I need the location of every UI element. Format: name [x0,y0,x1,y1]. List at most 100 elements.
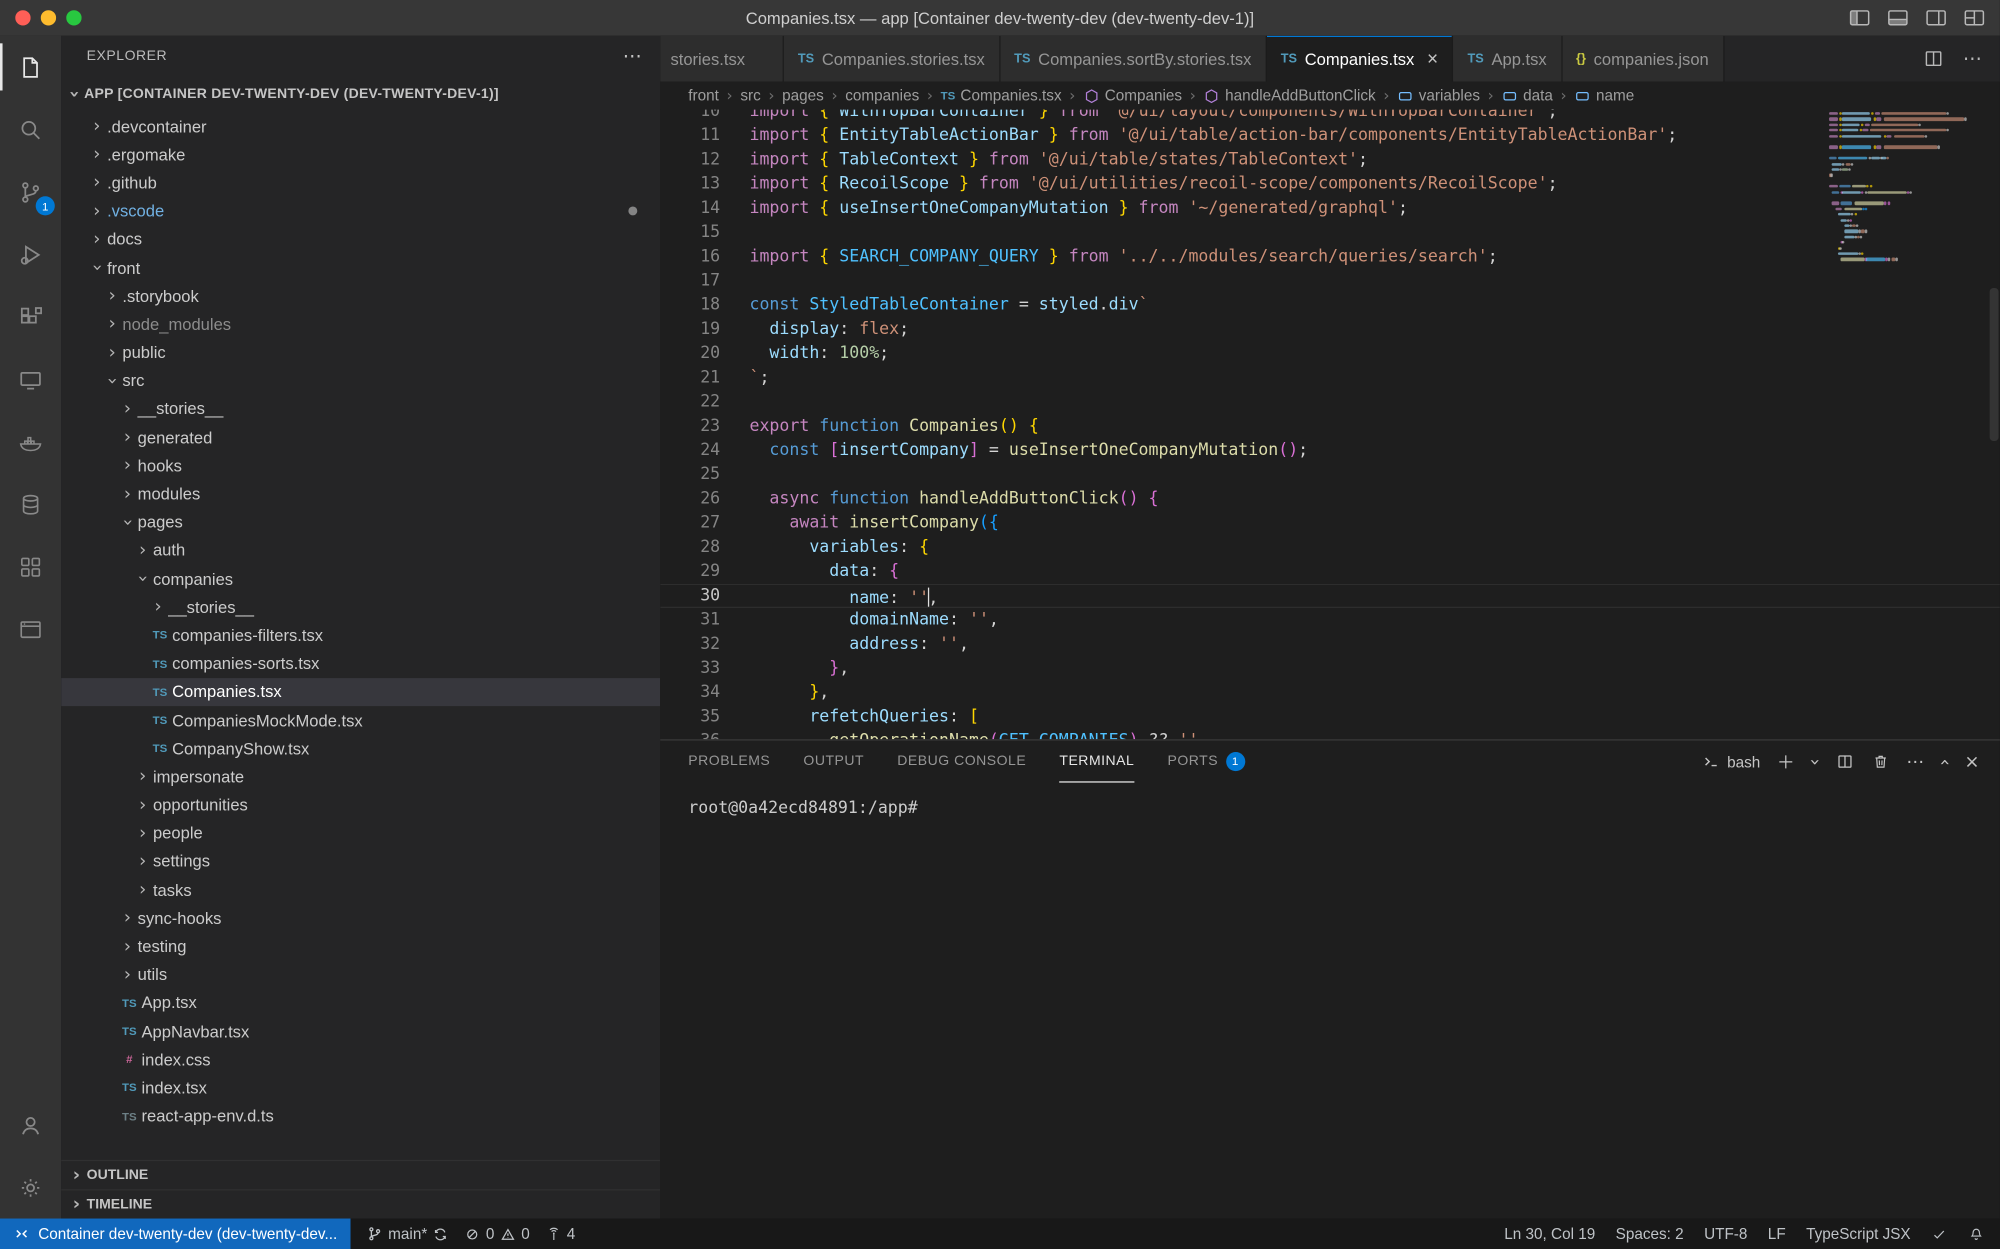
tab-stories.tsx[interactable]: stories.tsx [660,36,784,82]
tree-folder-front[interactable]: ›front [61,254,660,282]
layout-sidebar-left-icon[interactable] [1847,5,1872,30]
encoding-setting[interactable]: UTF-8 [1704,1225,1747,1243]
settings-button[interactable] [0,1156,61,1218]
tab-App.tsx[interactable]: TSApp.tsx [1454,36,1563,82]
maximize-panel-icon[interactable]: › [1934,758,1954,765]
breadcrumb-item[interactable]: data [1501,87,1552,105]
layout-sidebar-right-icon[interactable] [1923,5,1948,30]
indentation-setting[interactable]: Spaces: 2 [1616,1225,1684,1243]
tree-folder-.ergomake[interactable]: ›.ergomake [61,140,660,168]
new-terminal-icon[interactable]: ＋ [1777,749,1795,774]
activity-docker[interactable] [0,410,61,472]
editor-scrollbar[interactable] [1990,288,1999,441]
check-icon[interactable] [1931,1226,1948,1243]
tree-folder-generated[interactable]: ›generated [61,423,660,451]
tree-folder-node_modules[interactable]: ›node_modules [61,310,660,338]
tree-folder-companies[interactable]: ›companies [61,565,660,593]
notifications-bell-icon[interactable] [1968,1226,1985,1243]
tree-file-index.css[interactable]: #index.css [61,1045,660,1073]
tree-folder-public[interactable]: ›public [61,338,660,366]
problems-indicator[interactable]: 0 0 [464,1225,529,1243]
timeline-section-header[interactable]: › TIMELINE [61,1189,660,1218]
close-window-button[interactable] [15,10,30,25]
tree-file-companies-filters.tsx[interactable]: TScompanies-filters.tsx [61,621,660,649]
tree-folder-opportunities[interactable]: ›opportunities [61,791,660,819]
outline-section-header[interactable]: › OUTLINE [61,1160,660,1189]
activity-extensions[interactable] [0,286,61,348]
activity-browser-preview[interactable] [0,598,61,660]
code-editor[interactable]: 10import { WithTopBarContainer } from '@… [660,110,2000,740]
tree-folder-settings[interactable]: ›settings [61,847,660,875]
close-tab-icon[interactable]: × [1427,48,1438,70]
chevron-down-icon[interactable]: › [1805,758,1825,765]
tree-folder-__stories__[interactable]: ›__stories__ [61,395,660,423]
workspace-section-header[interactable]: › APP [CONTAINER DEV-TWENTY-DEV (DEV-TWE… [61,76,660,112]
breadcrumb-item[interactable]: front [688,87,719,105]
tree-folder-docs[interactable]: ›docs [61,225,660,253]
split-terminal-icon[interactable] [1835,752,1854,771]
activity-explorer[interactable] [0,36,61,98]
tree-folder-testing[interactable]: ›testing [61,932,660,960]
breadcrumb-item[interactable]: TSCompanies.tsx [941,87,1062,105]
tree-file-companies-sorts.tsx[interactable]: TScompanies-sorts.tsx [61,649,660,677]
panel-tab-output[interactable]: OUTPUT [803,741,864,783]
close-panel-icon[interactable]: × [1964,751,1979,771]
tree-folder-sync-hooks[interactable]: ›sync-hooks [61,904,660,932]
tree-folder-modules[interactable]: ›modules [61,480,660,508]
tree-folder-.github[interactable]: ›.github [61,169,660,197]
activity-grid[interactable] [0,535,61,597]
tree-folder-impersonate[interactable]: ›impersonate [61,763,660,791]
panel-tab-ports[interactable]: PORTS1 [1167,741,1244,783]
cursor-position[interactable]: Ln 30, Col 19 [1504,1225,1595,1243]
breadcrumb-item[interactable]: companies [845,87,919,105]
kill-terminal-icon[interactable] [1871,752,1890,771]
terminal-profile[interactable]: bash [1702,752,1761,771]
breadcrumb-item[interactable]: pages [782,87,824,105]
customize-layout-icon[interactable] [1962,5,1987,30]
tree-file-CompaniesMockMode.tsx[interactable]: TSCompaniesMockMode.tsx [61,706,660,734]
panel-tab-problems[interactable]: PROBLEMS [688,741,770,783]
tree-folder-tasks[interactable]: ›tasks [61,876,660,904]
account-button[interactable] [0,1094,61,1156]
views-more-actions-icon[interactable]: ⋯ [623,45,643,68]
tree-file-CompanyShow.tsx[interactable]: TSCompanyShow.tsx [61,734,660,762]
tree-folder-auth[interactable]: ›auth [61,536,660,564]
breadcrumb-item[interactable]: src [740,87,760,105]
tree-folder-.storybook[interactable]: ›.storybook [61,282,660,310]
tree-file-index.tsx[interactable]: TSindex.tsx [61,1074,660,1102]
tree-folder-src[interactable]: ›src [61,367,660,395]
tree-file-Companies.tsx[interactable]: TSCompanies.tsx [61,678,660,706]
panel-tab-terminal[interactable]: TERMINAL [1059,741,1134,783]
tree-folder-.devcontainer[interactable]: ›.devcontainer [61,112,660,140]
activity-source-control[interactable]: 1 [0,161,61,223]
breadcrumb-item[interactable]: Companies [1083,87,1182,105]
tree-folder-.vscode[interactable]: ›.vscode [61,197,660,225]
tab-Companies.stories.tsx[interactable]: TSCompanies.stories.tsx [784,36,1000,82]
activity-run-debug[interactable] [0,223,61,285]
activity-database[interactable] [0,473,61,535]
tree-folder-people[interactable]: ›people [61,819,660,847]
panel-tab-debug-console[interactable]: DEBUG CONSOLE [897,741,1026,783]
fullscreen-window-button[interactable] [66,10,81,25]
minimap[interactable] [1829,112,1985,494]
tree-folder-pages[interactable]: ›pages [61,508,660,536]
minimize-window-button[interactable] [41,10,56,25]
panel-more-actions-icon[interactable]: ⋯ [1906,751,1924,771]
tree-folder-__stories__[interactable]: ›__stories__ [61,593,660,621]
split-editor-icon[interactable] [1922,47,1945,70]
remote-indicator[interactable]: Container dev-twenty-dev (dev-twenty-dev… [0,1219,350,1249]
tree-file-AppNavbar.tsx[interactable]: TSAppNavbar.tsx [61,1017,660,1045]
tab-Companies.tsx[interactable]: TSCompanies.tsx× [1267,36,1454,82]
tree-file-react-app-env.d.ts[interactable]: TSreact-app-env.d.ts [61,1102,660,1130]
activity-search[interactable] [0,98,61,160]
language-mode[interactable]: TypeScript JSX [1806,1225,1911,1243]
tree-file-App.tsx[interactable]: TSApp.tsx [61,989,660,1017]
terminal[interactable]: root@0a42ecd84891:/app# [660,783,2000,819]
breadcrumb-item[interactable]: name [1574,87,1634,105]
tab-companies.json[interactable]: {}companies.json [1562,36,1724,82]
activity-remote-explorer[interactable] [0,348,61,410]
breadcrumb-item[interactable]: handleAddButtonClick [1204,87,1376,105]
ports-indicator[interactable]: 4 [545,1225,575,1243]
more-actions-icon[interactable]: ⋯ [1963,47,1982,70]
tree-folder-hooks[interactable]: ›hooks [61,452,660,480]
